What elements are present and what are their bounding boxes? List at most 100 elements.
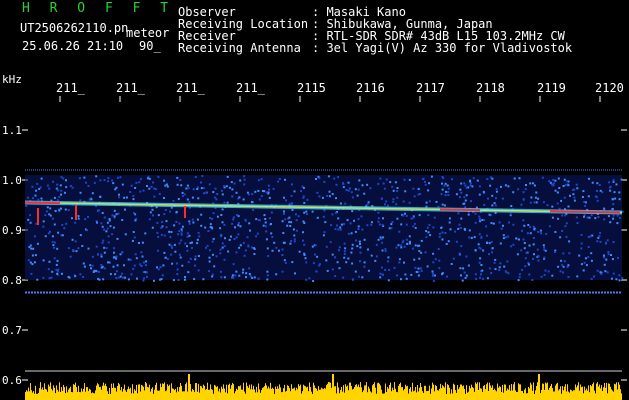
activity-bar bbox=[596, 383, 597, 400]
noise-pixel bbox=[370, 223, 373, 226]
noise-pixel bbox=[258, 198, 261, 201]
noise-pixel bbox=[107, 177, 110, 180]
noise-pixel bbox=[337, 217, 340, 220]
noise-pixel bbox=[51, 270, 54, 273]
activity-bar bbox=[399, 384, 400, 400]
noise-pixel bbox=[572, 193, 575, 196]
noise-pixel bbox=[463, 202, 466, 205]
noise-pixel bbox=[157, 235, 160, 238]
noise-pixel bbox=[525, 251, 528, 254]
noise-pixel bbox=[244, 219, 247, 222]
noise-pixel bbox=[232, 276, 235, 279]
noise-pixel bbox=[479, 276, 482, 279]
noise-pixel bbox=[517, 188, 520, 191]
activity-bar bbox=[516, 392, 517, 400]
noise-pixel bbox=[223, 223, 226, 226]
noise-pixel bbox=[338, 267, 341, 270]
noise-pixel bbox=[597, 236, 600, 239]
noise-pixel bbox=[510, 205, 513, 207]
noise-pixel bbox=[462, 267, 465, 270]
noise-pixel bbox=[599, 240, 602, 243]
noise-pixel bbox=[432, 279, 435, 282]
activity-bar bbox=[236, 388, 237, 400]
noise-pixel bbox=[518, 276, 521, 279]
activity-bar bbox=[429, 385, 430, 400]
activity-bar bbox=[354, 387, 355, 400]
noise-pixel bbox=[60, 176, 63, 179]
noise-pixel bbox=[566, 265, 569, 268]
noise-pixel bbox=[42, 259, 45, 262]
activity-bar bbox=[136, 384, 137, 400]
noise-pixel bbox=[42, 225, 45, 228]
noise-pixel bbox=[379, 236, 382, 239]
noise-pixel bbox=[542, 201, 545, 204]
noise-pixel bbox=[543, 274, 546, 276]
noise-pixel bbox=[465, 255, 468, 258]
activity-bar bbox=[401, 387, 402, 400]
activity-bar bbox=[196, 383, 197, 400]
noise-pixel bbox=[101, 265, 104, 268]
activity-bar bbox=[488, 391, 489, 400]
noise-pixel bbox=[181, 264, 184, 267]
activity-bar bbox=[38, 392, 39, 400]
noise-pixel bbox=[141, 241, 144, 244]
noise-pixel bbox=[599, 231, 602, 234]
noise-pixel bbox=[33, 235, 36, 238]
activity-bar bbox=[211, 389, 212, 400]
activity-bar bbox=[180, 383, 181, 400]
noise-pixel bbox=[397, 244, 400, 247]
noise-pixel bbox=[578, 254, 581, 257]
noise-pixel bbox=[281, 220, 284, 223]
activity-bar bbox=[486, 384, 487, 400]
noise-pixel bbox=[444, 182, 447, 185]
activity-bar bbox=[510, 390, 511, 400]
activity-bar bbox=[262, 387, 263, 400]
noise-pixel bbox=[331, 193, 334, 196]
noise-pixel bbox=[284, 218, 287, 221]
noise-pixel bbox=[58, 209, 61, 212]
activity-bar bbox=[121, 387, 122, 400]
noise-pixel bbox=[48, 187, 51, 190]
noise-pixel bbox=[196, 238, 199, 241]
noise-pixel bbox=[360, 215, 363, 218]
noise-pixel bbox=[103, 267, 106, 270]
noise-pixel bbox=[305, 261, 308, 264]
noise-pixel bbox=[98, 270, 100, 273]
activity-bar bbox=[98, 384, 99, 400]
noise-pixel bbox=[153, 187, 156, 190]
noise-pixel bbox=[273, 241, 276, 244]
noise-pixel bbox=[248, 267, 251, 270]
noise-pixel bbox=[440, 226, 443, 229]
noise-pixel bbox=[196, 218, 199, 221]
noise-pixel bbox=[605, 242, 607, 245]
activity-bar bbox=[60, 392, 61, 400]
noise-pixel bbox=[353, 219, 355, 222]
activity-bar bbox=[607, 393, 608, 400]
noise-pixel bbox=[46, 184, 49, 187]
noise-pixel bbox=[618, 191, 621, 194]
noise-pixel bbox=[181, 191, 184, 194]
activity-bar bbox=[428, 390, 429, 400]
activity-bar bbox=[356, 384, 357, 400]
noise-pixel bbox=[521, 229, 523, 232]
activity-bar bbox=[140, 391, 141, 400]
activity-bar bbox=[372, 385, 373, 400]
noise-pixel bbox=[340, 223, 343, 226]
noise-pixel bbox=[351, 247, 354, 250]
noise-pixel bbox=[286, 224, 289, 227]
noise-pixel bbox=[48, 213, 51, 216]
noise-pixel bbox=[478, 193, 481, 196]
activity-bar bbox=[302, 391, 303, 400]
activity-bar bbox=[280, 387, 281, 400]
noise-pixel bbox=[266, 270, 269, 273]
noise-pixel bbox=[189, 257, 192, 260]
noise-pixel bbox=[392, 189, 395, 192]
noise-pixel bbox=[611, 258, 614, 261]
activity-bar bbox=[212, 389, 213, 400]
noise-pixel bbox=[190, 246, 193, 249]
noise-pixel bbox=[138, 242, 140, 244]
noise-pixel bbox=[621, 277, 624, 280]
noise-pixel bbox=[420, 269, 423, 272]
noise-pixel bbox=[537, 259, 540, 262]
noise-pixel bbox=[277, 180, 280, 183]
